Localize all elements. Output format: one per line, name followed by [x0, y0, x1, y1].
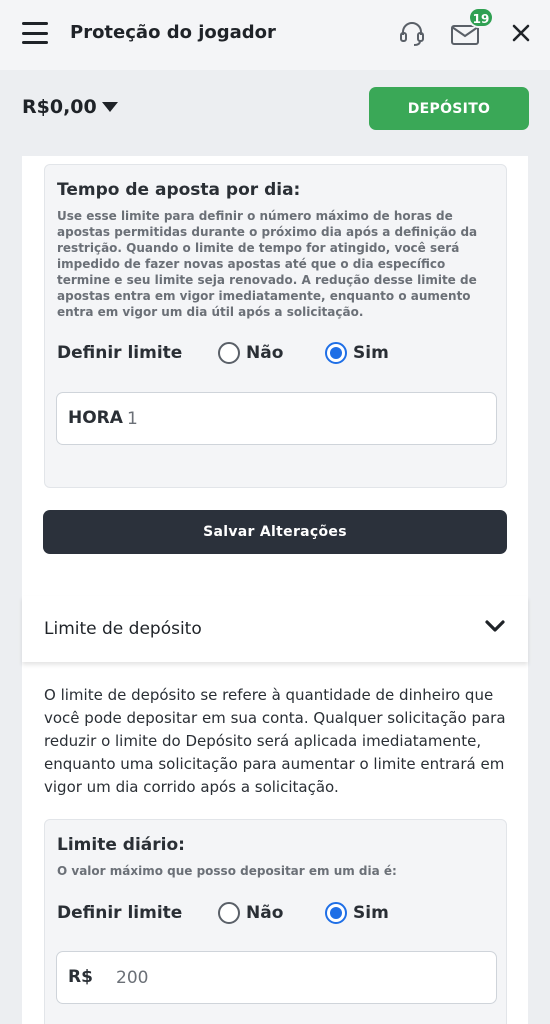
daily-amount-field[interactable]: R$: [56, 951, 497, 1004]
currency-prefix: R$: [68, 967, 93, 987]
close-icon[interactable]: [510, 22, 532, 44]
balance-bar: R$0,00 DEPÓSITO: [0, 70, 550, 156]
daily-limit-description: O valor máximo que posso depositar em um…: [57, 864, 397, 878]
daily-radio-yes[interactable]: [325, 902, 347, 924]
radio-yes[interactable]: [325, 342, 347, 364]
daily-radio-no-label[interactable]: Não: [246, 903, 283, 923]
betting-time-description: Use esse limite para definir o número má…: [57, 209, 478, 319]
daily-amount-input[interactable]: [116, 964, 486, 992]
balance-amount[interactable]: R$0,00: [22, 96, 97, 118]
save-changes-button[interactable]: Salvar Alterações: [43, 510, 507, 554]
radio-no[interactable]: [218, 342, 240, 364]
set-limit-label: Definir limite: [57, 343, 183, 363]
daily-radio-no[interactable]: [218, 902, 240, 924]
chevron-down-icon[interactable]: [485, 620, 505, 634]
deposit-button[interactable]: DEPÓSITO: [369, 87, 529, 130]
hours-input[interactable]: [127, 405, 487, 433]
radio-yes-label[interactable]: Sim: [353, 343, 389, 363]
top-bar: Proteção do jogador 19: [0, 0, 550, 70]
deposit-limit-accordion[interactable]: Limite de depósito: [22, 596, 528, 662]
headset-icon[interactable]: [398, 20, 426, 48]
daily-set-limit-label: Definir limite: [57, 903, 183, 923]
deposit-limit-info: O limite de depósito se refere à quantid…: [44, 686, 506, 796]
daily-limit-card: Limite diário: O valor máximo que posso …: [44, 819, 507, 1024]
caret-down-icon[interactable]: [101, 100, 119, 114]
page-title: Proteção do jogador: [70, 22, 276, 43]
betting-time-card: Tempo de aposta por dia: Use esse limite…: [44, 164, 507, 488]
hours-prefix: HORA: [68, 408, 123, 428]
daily-limit-title: Limite diário:: [57, 835, 185, 855]
betting-time-title: Tempo de aposta por dia:: [57, 180, 301, 200]
daily-radio-yes-label[interactable]: Sim: [353, 903, 389, 923]
mail-count-badge: 19: [468, 7, 494, 28]
hamburger-menu-icon[interactable]: [22, 22, 48, 44]
deposit-limit-title: Limite de depósito: [44, 619, 202, 639]
hours-field[interactable]: HORA: [56, 392, 497, 445]
radio-no-label[interactable]: Não: [246, 343, 283, 363]
content-panel: Tempo de aposta por dia: Use esse limite…: [22, 156, 528, 1024]
